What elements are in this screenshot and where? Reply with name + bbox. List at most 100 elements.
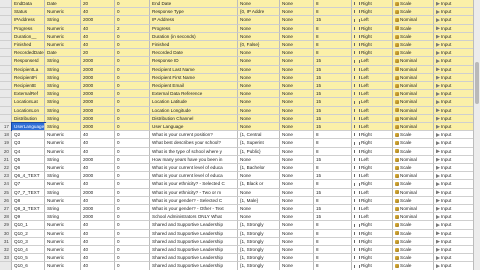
- table-row[interactable]: 29 Q10_1 Numeric 40 0 Shared and Supportive L…: [0, 221, 480, 230]
- table-row[interactable]: Status Numeric 40 0 Response Type {0, IP Addr…: [0, 8, 480, 17]
- variable-label-cell[interactable]: Location Longitude: [150, 106, 238, 115]
- variable-decimals-cell[interactable]: 0: [115, 246, 150, 255]
- variable-decimals-cell[interactable]: 0: [115, 41, 150, 50]
- variable-align-cell[interactable]: Right: [352, 131, 393, 140]
- variable-name-cell[interactable]: Q10_3: [12, 237, 45, 246]
- variable-missing-cell[interactable]: None: [280, 32, 314, 41]
- variable-columns-cell[interactable]: 15: [314, 98, 352, 107]
- variable-label-cell[interactable]: Finished: [150, 41, 238, 50]
- variable-name-cell[interactable]: LocationLon: [12, 106, 45, 115]
- variable-label-cell[interactable]: How many years have you been in: [150, 155, 238, 164]
- variable-missing-cell[interactable]: None: [280, 246, 314, 255]
- table-row[interactable]: 21 Q5 String 2000 0 How many years have you b…: [0, 155, 480, 164]
- variable-missing-cell[interactable]: None: [280, 90, 314, 99]
- variable-type-cell[interactable]: Numeric: [45, 221, 81, 230]
- variable-name-cell[interactable]: Q8: [12, 196, 45, 205]
- variable-decimals-cell[interactable]: 0: [115, 131, 150, 140]
- variable-columns-cell[interactable]: 15: [314, 155, 352, 164]
- variable-missing-cell[interactable]: None: [280, 131, 314, 140]
- variable-columns-cell[interactable]: 8: [314, 147, 352, 156]
- variable-missing-cell[interactable]: None: [280, 16, 314, 25]
- variable-measure-cell[interactable]: Scale: [393, 164, 434, 173]
- variable-align-cell[interactable]: Right: [352, 246, 393, 255]
- variable-measure-cell[interactable]: Nominal: [393, 172, 434, 181]
- variable-width-cell[interactable]: 2000: [81, 82, 115, 91]
- variable-name-cell[interactable]: LocationLat: [12, 98, 45, 107]
- table-row[interactable]: Progress Numeric 40 2 Progress None None 8 Right…: [0, 24, 480, 33]
- variable-align-cell[interactable]: Left: [352, 106, 393, 115]
- variable-align-cell[interactable]: Left: [352, 16, 393, 25]
- variable-values-cell[interactable]: {1, Superint: [238, 139, 280, 148]
- variable-missing-cell[interactable]: None: [280, 229, 314, 238]
- variable-measure-cell[interactable]: Nominal: [393, 114, 434, 123]
- variable-measure-cell[interactable]: Scale: [393, 180, 434, 189]
- variable-align-cell[interactable]: Left: [352, 82, 393, 91]
- table-row[interactable]: EndData Date 20 0 End Date None None 8 Right Scal…: [0, 0, 480, 9]
- variable-type-cell[interactable]: String: [45, 90, 81, 99]
- variable-name-cell[interactable]: Q6_4_TEXT: [12, 172, 45, 181]
- variable-name-cell[interactable]: Status: [12, 8, 45, 17]
- variable-values-cell[interactable]: None: [238, 0, 280, 9]
- variable-values-cell[interactable]: None: [238, 205, 280, 214]
- variable-columns-cell[interactable]: 8: [314, 180, 352, 189]
- table-row[interactable]: RecordedDate Date 20 0 Recorded Date None None…: [0, 49, 480, 58]
- variable-type-cell[interactable]: Date: [45, 49, 81, 58]
- variable-missing-cell[interactable]: None: [280, 73, 314, 82]
- variable-align-cell[interactable]: Right: [352, 139, 393, 148]
- variable-columns-cell[interactable]: 15: [314, 114, 352, 123]
- variable-measure-cell[interactable]: Nominal: [393, 57, 434, 66]
- variable-width-cell[interactable]: 40: [81, 131, 115, 140]
- variable-missing-cell[interactable]: None: [280, 65, 314, 74]
- variable-missing-cell[interactable]: None: [280, 221, 314, 230]
- variable-missing-cell[interactable]: None: [280, 172, 314, 181]
- variable-type-cell[interactable]: Numeric: [45, 196, 81, 205]
- variable-label-cell[interactable]: What is your gender? - Selected C: [150, 196, 238, 205]
- variable-label-cell[interactable]: User Language: [150, 123, 238, 132]
- variable-type-cell[interactable]: String: [45, 65, 81, 74]
- variable-align-cell[interactable]: Left: [352, 98, 393, 107]
- table-row[interactable]: LocationLon String 2000 0 Location Longitude…: [0, 106, 480, 115]
- variable-missing-cell[interactable]: None: [280, 82, 314, 91]
- variable-measure-cell[interactable]: Nominal: [393, 82, 434, 91]
- variable-label-cell[interactable]: Recorded Date: [150, 49, 238, 58]
- variable-decimals-cell[interactable]: 0: [115, 0, 150, 9]
- variable-columns-cell[interactable]: 8: [314, 0, 352, 9]
- variable-columns-cell[interactable]: 8: [314, 262, 352, 270]
- variable-columns-cell[interactable]: 8: [314, 32, 352, 41]
- variable-measure-cell[interactable]: Nominal: [393, 188, 434, 197]
- variable-width-cell[interactable]: 40: [81, 147, 115, 156]
- table-row[interactable]: RecipientFi String 2000 0 Recipient First Na…: [0, 73, 480, 82]
- variable-decimals-cell[interactable]: 0: [115, 180, 150, 189]
- table-row[interactable]: ResponseId String 2000 0 Response ID None None…: [0, 57, 480, 66]
- variable-decimals-cell[interactable]: 0: [115, 73, 150, 82]
- variable-align-cell[interactable]: Left: [352, 73, 393, 82]
- variable-type-cell[interactable]: Numeric: [45, 180, 81, 189]
- variable-align-cell[interactable]: Right: [352, 164, 393, 173]
- variable-name-cell[interactable]: RecipientLa: [12, 65, 45, 74]
- variable-label-cell[interactable]: What is your ethnicity? - Two or m: [150, 188, 238, 197]
- variable-values-cell[interactable]: None: [238, 82, 280, 91]
- variable-name-cell[interactable]: Q9: [12, 213, 45, 222]
- variable-align-cell[interactable]: Right: [352, 180, 393, 189]
- variable-decimals-cell[interactable]: 0: [115, 172, 150, 181]
- variable-measure-cell[interactable]: Scale: [393, 0, 434, 9]
- variable-missing-cell[interactable]: None: [280, 0, 314, 9]
- variable-label-cell[interactable]: Distribution Channel: [150, 114, 238, 123]
- variable-columns-cell[interactable]: 8: [314, 24, 352, 33]
- variable-measure-cell[interactable]: Scale: [393, 139, 434, 148]
- variable-columns-cell[interactable]: 8: [314, 246, 352, 255]
- variable-columns-cell[interactable]: 15: [314, 205, 352, 214]
- variable-align-cell[interactable]: Right: [352, 262, 393, 270]
- variable-type-cell[interactable]: String: [45, 114, 81, 123]
- variable-type-cell[interactable]: Numeric: [45, 246, 81, 255]
- variable-width-cell[interactable]: 2000: [81, 57, 115, 66]
- variable-values-cell[interactable]: None: [238, 32, 280, 41]
- variable-type-cell[interactable]: Numeric: [45, 32, 81, 41]
- variable-values-cell[interactable]: None: [238, 57, 280, 66]
- variable-width-cell[interactable]: 40: [81, 246, 115, 255]
- variable-label-cell[interactable]: Shared and Supportive Leadership: [150, 229, 238, 238]
- variable-label-cell[interactable]: IP Address: [150, 16, 238, 25]
- variable-name-cell[interactable]: EndData: [12, 0, 45, 9]
- variable-width-cell[interactable]: 2000: [81, 213, 115, 222]
- variable-columns-cell[interactable]: 8: [314, 139, 352, 148]
